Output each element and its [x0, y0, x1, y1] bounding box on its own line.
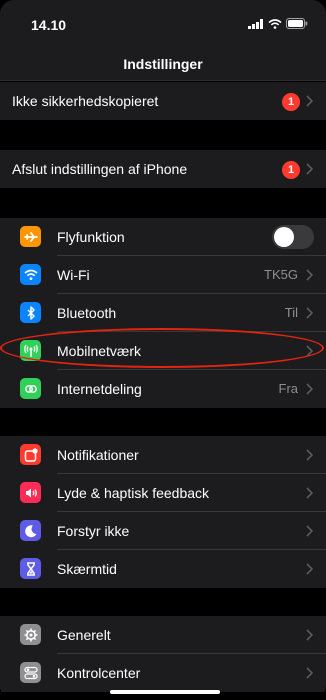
bluetooth-row[interactable]: Bluetooth Til [0, 294, 326, 332]
row-label: Ikke sikkerhedskopieret [12, 93, 159, 109]
status-time: 14.10 [31, 17, 67, 33]
row-label: Lyde & haptisk feedback [57, 485, 210, 501]
row-label: Forstyr ikke [57, 523, 130, 539]
notification-badge: 1 [282, 161, 300, 179]
wifi-row[interactable]: Wi-Fi TK5G [0, 256, 326, 294]
airplane-mode-toggle[interactable] [272, 225, 314, 249]
chevron-right-icon [306, 95, 314, 107]
chevron-right-icon [306, 563, 314, 575]
control-center-row[interactable]: Kontrolcenter [0, 654, 326, 692]
hotspot-icon [20, 378, 41, 399]
sounds-icon [20, 482, 41, 503]
airplane-mode-row[interactable]: Flyfunktion [0, 218, 326, 256]
battery-icon [286, 18, 308, 29]
row-label: Kontrolcenter [57, 665, 141, 681]
row-label: Internetdeling [57, 381, 142, 397]
wifi-icon [20, 264, 41, 285]
backup-warning-row[interactable]: Ikke sikkerhedskopieret 1 [0, 82, 326, 120]
chevron-right-icon [306, 525, 314, 537]
control-center-icon [20, 662, 41, 683]
bluetooth-icon [20, 302, 41, 323]
row-label: Bluetooth [57, 305, 117, 321]
settings-screen: 14.10 Indstillinger Ikke sikkerhedskopie… [0, 0, 326, 700]
chevron-right-icon [306, 269, 314, 281]
notifications-row[interactable]: Notifikationer [0, 436, 326, 474]
wifi-status-icon [268, 18, 282, 29]
notification-badge: 1 [282, 93, 300, 111]
airplane-icon [20, 226, 41, 247]
do-not-disturb-row[interactable]: Forstyr ikke [0, 512, 326, 550]
chevron-right-icon [306, 629, 314, 641]
row-label: Generelt [57, 627, 111, 643]
hourglass-icon [20, 558, 41, 579]
row-value: Fra [278, 381, 299, 396]
general-row[interactable]: Generelt [0, 616, 326, 654]
row-label: Flyfunktion [57, 229, 125, 245]
sounds-row[interactable]: Lyde & haptisk feedback [0, 474, 326, 512]
finish-setup-row[interactable]: Afslut indstillingen af iPhone 1 [0, 150, 326, 188]
gear-icon [20, 624, 41, 645]
chevron-right-icon [306, 163, 314, 175]
row-label: Notifikationer [57, 447, 139, 463]
signal-icon [248, 18, 263, 29]
notifications-icon [20, 444, 41, 465]
status-bar: 14.10 [0, 0, 326, 44]
status-icons [248, 18, 308, 29]
hotspot-row[interactable]: Internetdeling Fra [0, 370, 326, 408]
toggle-knob [274, 227, 294, 247]
row-value: TK5G [264, 267, 298, 282]
chevron-right-icon [306, 487, 314, 499]
chevron-right-icon [306, 383, 314, 395]
chevron-right-icon [306, 307, 314, 319]
chevron-right-icon [306, 449, 314, 461]
page-title: Indstillinger [123, 56, 203, 72]
moon-icon [20, 520, 41, 541]
row-label: Afslut indstillingen af iPhone [12, 161, 188, 177]
navigation-bar: Indstillinger [0, 44, 326, 81]
row-label: Wi-Fi [57, 267, 90, 283]
screen-time-row[interactable]: Skærmtid [0, 550, 326, 588]
row-value: Til [284, 305, 298, 320]
home-indicator[interactable] [110, 690, 220, 694]
row-label: Skærmtid [57, 561, 117, 577]
chevron-right-icon [306, 667, 314, 679]
highlight-annotation-oval [0, 328, 324, 368]
